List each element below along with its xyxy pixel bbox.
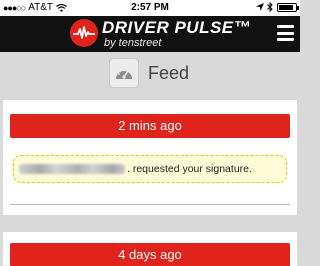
pulse-logo-icon (70, 19, 98, 47)
speedometer-icon (109, 58, 139, 88)
status-bar: ●●●○○ AT&T 2:57 PM (0, 0, 300, 16)
app-header: DRIVER PULSE™ by tenstreet (0, 16, 300, 52)
location-icon (256, 3, 264, 11)
logo-subtitle: by tenstreet (104, 37, 162, 49)
feed-card: 4 days ago (3, 232, 297, 266)
battery-icon (277, 2, 299, 12)
page-title: Feed (148, 63, 190, 83)
battery-fill (279, 4, 294, 10)
status-right (256, 2, 299, 12)
message-text: . requested your signature. (127, 163, 252, 175)
bluetooth-icon (267, 2, 273, 12)
feed-heading: Feed (0, 52, 300, 94)
logo-title: DRIVER PULSE™ (102, 18, 252, 37)
blurred-sender-name (19, 164, 125, 174)
feed-time-bar[interactable]: 4 days ago (10, 243, 290, 266)
hamburger-menu-icon[interactable] (277, 25, 294, 41)
feed-card: 2 mins ago . requested your signature. (3, 100, 297, 215)
signature-request-message[interactable]: . requested your signature. (13, 155, 287, 183)
feed-time-bar[interactable]: 2 mins ago (10, 114, 290, 138)
divider (10, 204, 290, 205)
status-time: 2:57 PM (131, 2, 169, 13)
